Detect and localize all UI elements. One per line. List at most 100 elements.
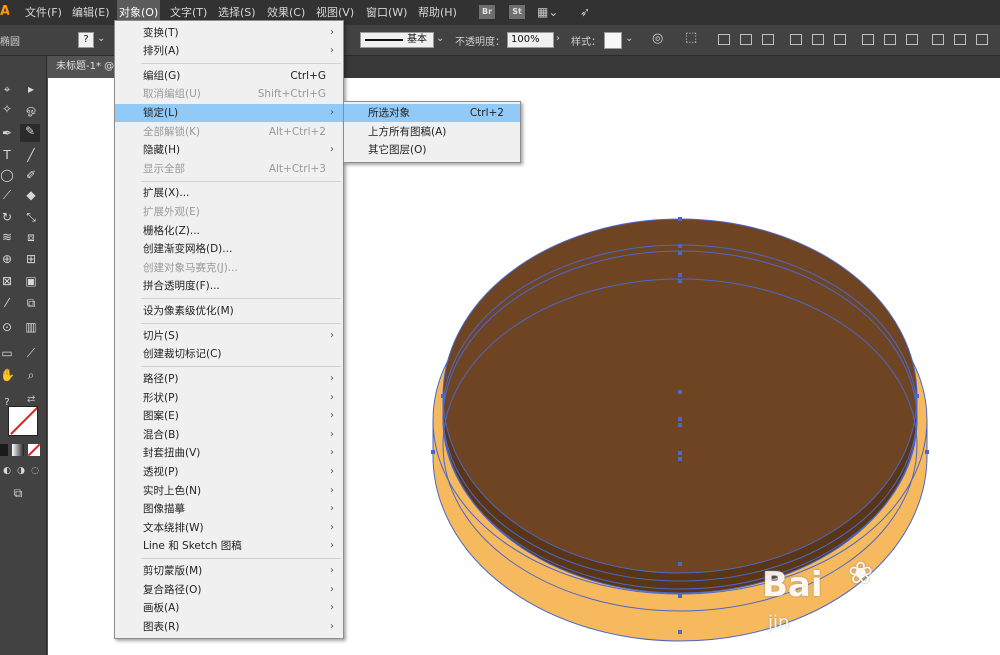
- zoom-tool-icon[interactable]: ⌕: [24, 368, 38, 382]
- selection-tool-icon[interactable]: ⌖: [0, 82, 14, 96]
- menu-item-hide[interactable]: 隐藏(H) ›: [115, 141, 343, 159]
- menu-item-path[interactable]: 路径(P) ›: [115, 370, 343, 388]
- gradient-mode-icon[interactable]: [12, 444, 24, 456]
- menu-item-envelope-distort[interactable]: 封套扭曲(V) ›: [115, 444, 343, 462]
- mesh-tool-icon[interactable]: ⊠: [0, 274, 14, 288]
- menu-item-live-paint[interactable]: 实时上色(N) ›: [115, 482, 343, 500]
- fill-question-icon[interactable]: ?: [78, 32, 94, 48]
- lasso-tool-icon[interactable]: ஓ: [24, 102, 38, 116]
- gradient-tool-icon[interactable]: ▣: [24, 274, 38, 288]
- none-mode-icon[interactable]: [28, 444, 40, 456]
- menu-item-arrange[interactable]: 排列(A) ›: [115, 42, 343, 60]
- menu-edit[interactable]: 编辑(E): [72, 0, 110, 25]
- submenu-item-other-layers[interactable]: 其它图层(O): [344, 141, 520, 159]
- document-tab[interactable]: 未标题-1* @: [48, 56, 123, 78]
- menu-item-blend[interactable]: 混合(B) ›: [115, 426, 343, 444]
- align-bottom-icon[interactable]: [834, 34, 846, 45]
- hand-tool-icon[interactable]: ✋: [0, 368, 15, 382]
- direct-selection-tool-icon[interactable]: ▸: [24, 82, 38, 96]
- fill-stroke-swatch[interactable]: [8, 406, 38, 436]
- menu-item-artboards[interactable]: 画板(A) ›: [115, 599, 343, 617]
- paintbrush-tool-icon[interactable]: ✐: [24, 168, 38, 182]
- menu-item-text-wrap[interactable]: 文本绕排(W) ›: [115, 519, 343, 537]
- swap-colors-icon[interactable]: ⇄: [27, 394, 35, 405]
- menu-file[interactable]: 文件(F): [25, 0, 62, 25]
- align-top-icon[interactable]: [790, 34, 802, 45]
- menu-item-shape[interactable]: 形状(P) ›: [115, 389, 343, 407]
- workspace-layout-icon[interactable]: ▦⌄: [537, 5, 558, 19]
- scale-tool-icon[interactable]: ⤡: [24, 210, 38, 224]
- distribute-right-icon[interactable]: [976, 34, 988, 45]
- distribute-middle-icon[interactable]: [884, 34, 896, 45]
- curvature-tool-icon[interactable]: ✎: [20, 124, 40, 142]
- menu-item-graph[interactable]: 图表(R) ›: [115, 618, 343, 636]
- menu-item-crop-marks[interactable]: 创建裁切标记(C): [115, 345, 343, 363]
- shape-builder-tool-icon[interactable]: ⊕: [0, 252, 14, 266]
- chevron-down-icon[interactable]: ⌄: [436, 33, 444, 44]
- screen-mode-icon[interactable]: ⧉: [8, 486, 28, 500]
- menu-help[interactable]: 帮助(H): [418, 0, 457, 25]
- menu-item-pattern[interactable]: 图案(E) ›: [115, 407, 343, 425]
- slice-tool-icon[interactable]: ⟋: [24, 346, 38, 360]
- menu-item-pixel-perfect[interactable]: 设为像素级优化(M): [115, 302, 343, 320]
- align-center-icon[interactable]: [740, 34, 752, 45]
- bridge-button[interactable]: Br: [479, 5, 495, 19]
- menu-item-clipping-mask[interactable]: 剪切蒙版(M) ›: [115, 562, 343, 580]
- opacity-input[interactable]: 100%: [507, 32, 554, 48]
- menu-item-transform[interactable]: 变换(T) ›: [115, 24, 343, 42]
- distribute-left-icon[interactable]: [932, 34, 944, 45]
- select-similar-icon[interactable]: ⬚: [685, 30, 697, 45]
- symbol-sprayer-tool-icon[interactable]: ⊙: [0, 320, 14, 334]
- magic-wand-tool-icon[interactable]: ✧: [0, 102, 14, 116]
- menu-item-flatten-transparency[interactable]: 拼合透明度(F)...: [115, 277, 343, 295]
- distribute-center-icon[interactable]: [954, 34, 966, 45]
- chevron-down-icon[interactable]: ⌄: [625, 33, 633, 44]
- align-left-icon[interactable]: [718, 34, 730, 45]
- draw-behind-icon[interactable]: ◑: [14, 464, 28, 478]
- align-right-icon[interactable]: [762, 34, 774, 45]
- align-middle-icon[interactable]: [812, 34, 824, 45]
- menu-window[interactable]: 窗口(W): [366, 0, 407, 25]
- menu-item-rasterize[interactable]: 栅格化(Z)...: [115, 222, 343, 240]
- line-tool-icon[interactable]: ╱: [24, 148, 38, 162]
- draw-normal-icon[interactable]: ◐: [0, 464, 14, 478]
- gpu-rocket-icon[interactable]: ➶: [580, 5, 590, 19]
- ellipse-tool-icon[interactable]: ◯: [0, 168, 14, 182]
- eyedropper-tool-icon[interactable]: ⁄: [0, 296, 14, 310]
- menu-item-line-sketch[interactable]: Line 和 Sketch 图稿 ›: [115, 537, 343, 555]
- menu-item-group[interactable]: 编组(G) Ctrl+G: [115, 67, 343, 85]
- recolor-icon[interactable]: ◎: [652, 31, 663, 46]
- watermark-sub: jin: [768, 612, 790, 633]
- chevron-right-icon[interactable]: ›: [556, 33, 560, 44]
- stroke-line-preview: [365, 39, 403, 41]
- type-tool-icon[interactable]: T: [0, 148, 14, 162]
- eraser-tool-icon[interactable]: ◆: [24, 188, 38, 202]
- menu-item-lock[interactable]: 锁定(L) ›: [115, 104, 343, 122]
- menu-item-compound-path[interactable]: 复合路径(O) ›: [115, 581, 343, 599]
- chevron-right-icon: ›: [330, 466, 334, 477]
- column-graph-tool-icon[interactable]: ▥: [24, 320, 38, 334]
- stroke-style-select[interactable]: 基本: [360, 32, 434, 48]
- chevron-down-icon[interactable]: ⌄: [97, 33, 105, 44]
- submenu-item-selection[interactable]: 所选对象 Ctrl+2: [344, 104, 520, 122]
- draw-inside-icon[interactable]: ◌: [28, 464, 42, 478]
- free-transform-tool-icon[interactable]: ⧈: [24, 230, 38, 244]
- menu-item-gradient-mesh[interactable]: 创建渐变网格(D)...: [115, 240, 343, 258]
- perspective-grid-tool-icon[interactable]: ⊞: [24, 252, 38, 266]
- menu-item-slice[interactable]: 切片(S) ›: [115, 327, 343, 345]
- menu-item-image-trace[interactable]: 图像描摹 ›: [115, 500, 343, 518]
- color-mode-icon[interactable]: [0, 444, 8, 456]
- pen-tool-icon[interactable]: ✒: [0, 126, 14, 140]
- menu-item-expand[interactable]: 扩展(X)...: [115, 184, 343, 202]
- distribute-top-icon[interactable]: [862, 34, 874, 45]
- style-swatch[interactable]: [604, 32, 622, 49]
- menu-item-perspective[interactable]: 透视(P) ›: [115, 463, 343, 481]
- artboard-tool-icon[interactable]: ▭: [0, 346, 14, 360]
- stock-button[interactable]: St: [509, 5, 525, 19]
- submenu-item-all-artwork-above[interactable]: 上方所有图稿(A): [344, 123, 520, 141]
- width-tool-icon[interactable]: ≋: [0, 230, 14, 244]
- rotate-tool-icon[interactable]: ↻: [0, 210, 14, 224]
- distribute-bottom-icon[interactable]: [906, 34, 918, 45]
- blend-tool-icon[interactable]: ⧉: [24, 296, 38, 310]
- shaper-tool-icon[interactable]: ⟋: [0, 188, 14, 202]
